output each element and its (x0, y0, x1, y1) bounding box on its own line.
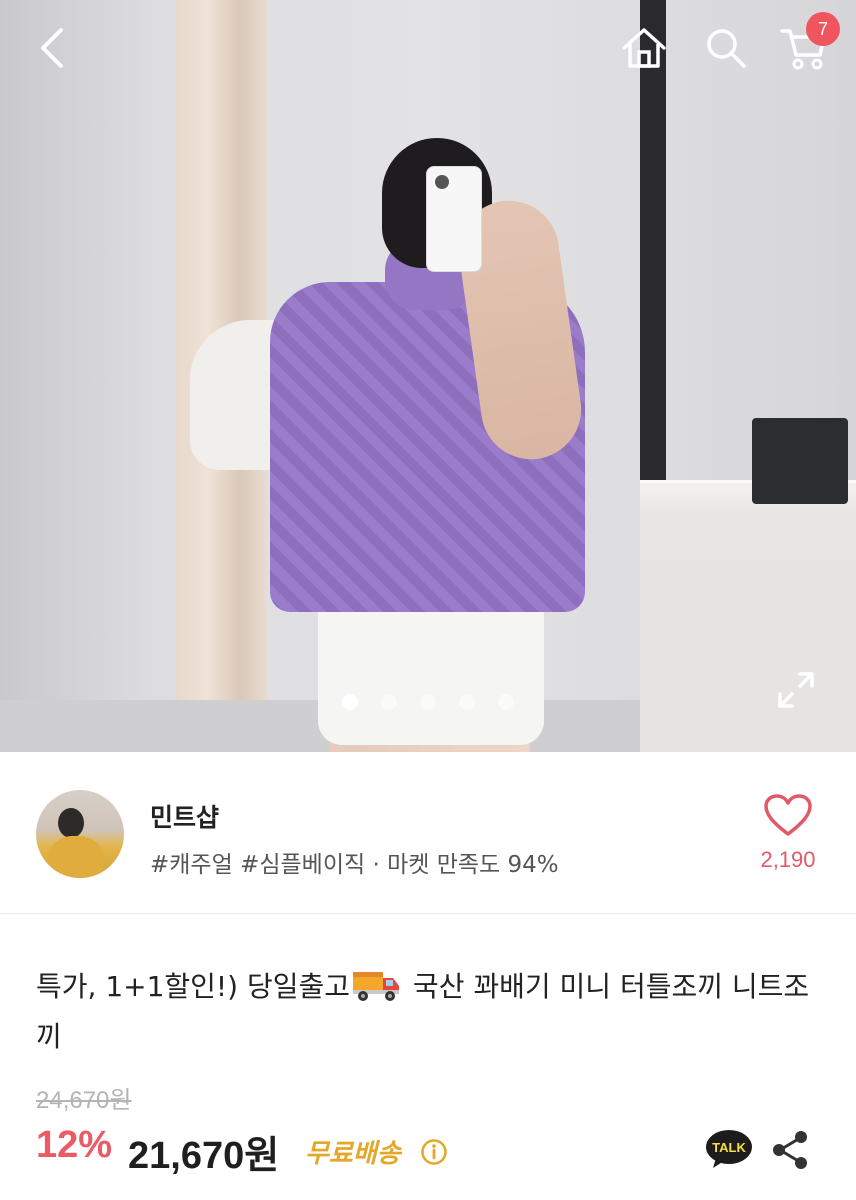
photo-printer (752, 418, 848, 504)
search-button[interactable] (700, 22, 752, 74)
gallery-pagination (342, 694, 514, 710)
original-price: 24,670원 (36, 1087, 132, 1114)
free-shipping-label: 무료배송 (305, 1139, 401, 1169)
sale-price: 21,670원 (128, 1135, 280, 1177)
heart-icon (764, 794, 812, 836)
pagination-dot[interactable] (420, 694, 436, 710)
seller-tags: #캐주얼 #심플베이직 · 마켓 만족도 94% (150, 852, 559, 878)
seller-section: 민트샵 #캐주얼 #심플베이직 · 마켓 만족도 94% 2,190 (0, 752, 856, 914)
truck-emoji (352, 968, 400, 1002)
seller-avatar[interactable] (36, 790, 124, 878)
kakaotalk-icon: TALK (706, 1130, 752, 1168)
kakaotalk-share-button[interactable]: TALK (704, 1128, 754, 1170)
discount-rate: 12% (36, 1124, 113, 1166)
product-title: 특가, 1+1할인!) 당일출고 국산 꽈배기 미니 터틀조끼 니트조끼 (36, 962, 826, 1062)
svg-text:TALK: TALK (712, 1140, 746, 1155)
shipping-info-button[interactable] (420, 1138, 448, 1166)
pagination-dot[interactable] (342, 694, 358, 710)
like-button[interactable] (762, 792, 814, 840)
pagination-dot[interactable] (459, 694, 475, 710)
share-icon (773, 1131, 807, 1169)
top-bar: 7 (0, 0, 856, 96)
photo-cabinet (640, 480, 856, 752)
search-icon (707, 29, 746, 68)
share-button[interactable] (768, 1128, 812, 1172)
product-image[interactable] (0, 0, 856, 752)
home-button[interactable] (616, 22, 672, 74)
product-title-part1: 특가, 1+1할인!) 당일출고 (36, 970, 351, 1003)
info-icon (421, 1139, 447, 1165)
expand-icon (778, 672, 814, 708)
cart-count-badge: 7 (806, 12, 840, 46)
pagination-dot[interactable] (381, 694, 397, 710)
back-icon (41, 28, 63, 68)
back-button[interactable] (26, 22, 78, 74)
seller-name[interactable]: 민트샵 (150, 798, 219, 834)
like-count: 2,190 (760, 847, 816, 872)
pagination-dot[interactable] (498, 694, 514, 710)
fullscreen-button[interactable] (772, 666, 820, 714)
home-icon (622, 28, 666, 68)
photo-phone (426, 166, 482, 272)
